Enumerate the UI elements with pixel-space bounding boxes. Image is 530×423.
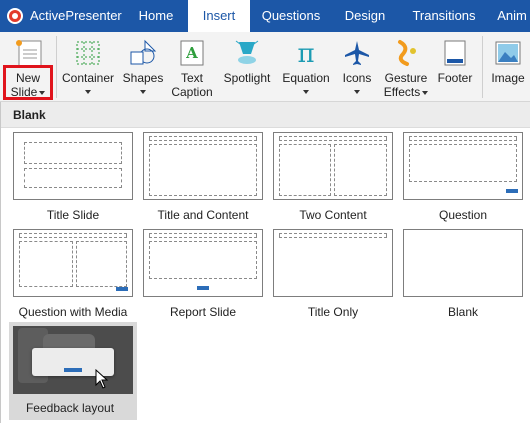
airplane-icon — [345, 41, 369, 65]
tab-questions[interactable]: Questions — [252, 0, 330, 32]
chevron-down-icon — [354, 90, 360, 94]
layout-thumbnail — [143, 229, 263, 297]
layout-thumbnail — [273, 229, 393, 297]
layout-feedback[interactable]: Feedback layout — [9, 322, 137, 420]
layout-label: Question — [438, 208, 488, 222]
layout-title-and-content[interactable]: Title and Content — [143, 132, 271, 227]
tab-transitions[interactable]: Transitions — [404, 0, 484, 32]
layout-label: Report Slide — [169, 305, 237, 319]
equation-button[interactable]: π Equation — [278, 34, 334, 100]
gallery-header: Blank — [1, 102, 530, 128]
layout-question[interactable]: Question — [403, 132, 530, 227]
gesture-icon — [398, 40, 416, 66]
pi-icon: π — [297, 39, 314, 68]
tab-animations[interactable]: Anim — [492, 0, 530, 32]
layout-report-slide[interactable]: Report Slide — [143, 229, 271, 324]
svg-text:π: π — [297, 39, 314, 68]
spotlight-icon — [235, 40, 259, 64]
container-button[interactable]: Container — [60, 34, 116, 100]
shapes-icon — [130, 39, 157, 65]
layout-title-slide[interactable]: Title Slide — [13, 132, 141, 227]
equation-label: Equation — [282, 71, 330, 85]
footer-button[interactable]: Footer — [434, 34, 476, 100]
layout-label: Two Content — [299, 208, 367, 222]
ribbon-toolbar: New Slide Container Shapes A Text Caption — [0, 32, 530, 102]
ribbon-separator — [56, 36, 57, 98]
layout-thumbnail — [403, 132, 523, 200]
layout-label: Title Slide — [46, 208, 100, 222]
gesture-label-2: Effects — [383, 85, 421, 99]
slide-layout-gallery: Blank Title Slide Title and Content Two … — [0, 102, 530, 423]
layout-label: Title and Content — [157, 208, 249, 222]
spotlight-button[interactable]: Spotlight — [218, 34, 276, 100]
footer-label: Footer — [437, 71, 473, 85]
container-label: Container — [61, 71, 115, 85]
layout-two-content[interactable]: Two Content — [273, 132, 401, 227]
chevron-down-icon — [303, 90, 309, 94]
new-slide-highlight-box — [3, 65, 53, 100]
footer-icon — [444, 40, 466, 66]
layout-label: Feedback layout — [25, 401, 115, 415]
shapes-button[interactable]: Shapes — [118, 34, 168, 100]
layout-thumbnail — [13, 132, 133, 200]
layout-thumbnail — [273, 132, 393, 200]
container-icon — [76, 41, 100, 65]
image-icon — [495, 41, 521, 65]
tab-design[interactable]: Design — [334, 0, 396, 32]
chevron-down-icon — [422, 90, 429, 95]
layout-blank[interactable]: Blank — [403, 229, 530, 324]
text-caption-label-2: Caption — [171, 85, 213, 99]
shapes-label: Shapes — [122, 71, 164, 85]
layout-label: Question with Media — [18, 305, 128, 319]
layout-thumbnail — [13, 326, 133, 394]
layout-thumbnail — [403, 229, 523, 297]
gallery-header-label: Blank — [13, 108, 46, 122]
spotlight-label: Spotlight — [223, 71, 271, 85]
title-bar: ActivePresenter Home Insert Questions De… — [0, 0, 530, 32]
layout-thumbnail — [143, 132, 263, 200]
gesture-effects-button[interactable]: Gesture Effects — [380, 34, 432, 100]
text-caption-icon: A — [180, 40, 204, 66]
text-caption-button[interactable]: A Text Caption — [168, 34, 216, 100]
image-button[interactable]: Image — [486, 34, 530, 100]
layout-title-only[interactable]: Title Only — [273, 229, 401, 324]
layout-question-with-media[interactable]: Question with Media — [13, 229, 141, 324]
image-label: Image — [491, 71, 525, 85]
layout-label: Title Only — [307, 305, 359, 319]
icons-button[interactable]: Icons — [336, 34, 378, 100]
svg-text:A: A — [185, 44, 198, 62]
chevron-down-icon — [85, 90, 91, 94]
mouse-cursor-icon — [95, 369, 109, 389]
tab-home[interactable]: Home — [126, 0, 186, 32]
chevron-down-icon — [140, 90, 146, 94]
layout-label: Blank — [447, 305, 479, 319]
tab-insert[interactable]: Insert — [188, 0, 250, 32]
ribbon-separator — [482, 36, 483, 98]
app-logo-icon — [7, 8, 23, 24]
gesture-label-1: Gesture — [384, 71, 428, 85]
text-caption-label-1: Text — [180, 71, 203, 85]
icons-label: Icons — [342, 71, 372, 85]
new-slide-icon — [16, 40, 42, 67]
layout-thumbnail — [13, 229, 133, 297]
app-title: ActivePresenter — [30, 8, 122, 23]
